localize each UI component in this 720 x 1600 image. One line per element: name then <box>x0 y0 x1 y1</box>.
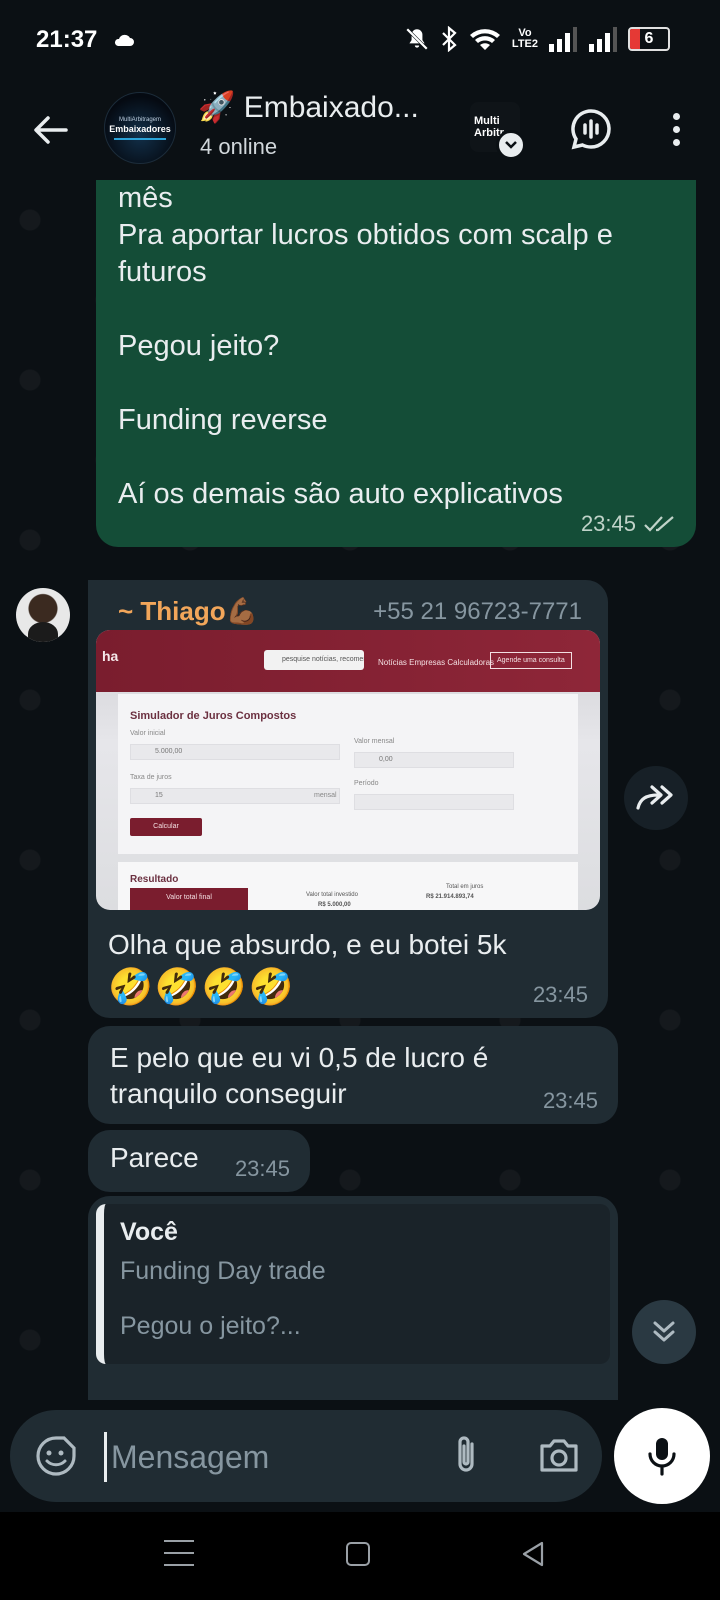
message-input[interactable] <box>104 1432 434 1482</box>
signal-icon <box>589 27 617 52</box>
status-bar: 21:37 Vo LTE2 6 <box>0 0 720 80</box>
incoming-photo-message[interactable]: ~ Thiago💪🏾 +55 21 96723-7771 ha pesquise… <box>88 580 608 1018</box>
camera-icon[interactable] <box>536 1434 582 1478</box>
message-time: 23:45 <box>532 982 588 1007</box>
incoming-message[interactable]: E pelo que eu vi 0,5 de lucro é tranquil… <box>88 1026 618 1124</box>
group-title[interactable]: 🚀 Embaixado... <box>198 90 419 125</box>
bluetooth-icon <box>442 26 457 52</box>
scroll-down-button[interactable] <box>632 1300 696 1364</box>
voice-chat-button[interactable] <box>566 104 616 154</box>
mute-icon <box>406 28 428 50</box>
sender-phone: +55 21 96723-7771 <box>373 598 582 625</box>
sticker-icon[interactable] <box>34 1434 78 1478</box>
quoted-message[interactable]: Você Funding Day trade Pegou o jeito?... <box>96 1204 610 1364</box>
message-caption: Olha que absurdo, e eu botei 5k <box>108 929 507 960</box>
forward-icon <box>636 785 673 810</box>
group-status: 4 online <box>200 134 278 159</box>
voice-chat-icon <box>571 109 611 150</box>
message-meta: 23:45 <box>581 511 676 537</box>
back-arrow-icon <box>34 116 68 144</box>
forward-button[interactable] <box>624 766 688 830</box>
scroll-down-icon <box>653 1321 675 1342</box>
chat-header: MultiArbitragem Embaixadores 🚀 Embaixado… <box>0 80 720 180</box>
home-icon[interactable] <box>346 1542 370 1566</box>
message-photo[interactable]: ha pesquise notícias, recomendações Notí… <box>96 630 600 910</box>
quote-text: Pegou o jeito?... <box>120 1312 301 1340</box>
message-text: mês Pra aportar lucros obtidos com scalp… <box>118 182 613 510</box>
attach-icon[interactable] <box>444 1432 488 1480</box>
status-time: 21:37 <box>36 26 98 53</box>
mic-icon <box>648 1438 676 1476</box>
cloud-icon <box>115 34 135 46</box>
quote-text: Funding Day trade <box>120 1257 326 1285</box>
recents-icon[interactable] <box>164 1540 194 1566</box>
message-text: E pelo que eu vi 0,5 de lucro é tranquil… <box>110 1042 489 1109</box>
message-time: 23:45 <box>542 1088 598 1113</box>
battery-icon: 6 <box>628 27 670 51</box>
double-check-icon <box>644 516 674 532</box>
incoming-message[interactable]: Parece 23:45 <box>88 1130 310 1192</box>
signal-icon <box>549 27 577 52</box>
mic-button[interactable] <box>614 1408 710 1504</box>
message-time: 23:45 <box>580 511 636 536</box>
outgoing-message[interactable]: mês Pra aportar lucros obtidos com scalp… <box>96 180 696 547</box>
message-emojis: 🤣🤣🤣🤣 <box>108 966 296 1007</box>
message-composer <box>10 1410 602 1502</box>
back-button[interactable] <box>28 108 72 152</box>
group-avatar[interactable]: MultiArbitragem Embaixadores <box>104 92 176 164</box>
system-nav-bar <box>0 1512 720 1600</box>
wifi-icon <box>469 29 500 50</box>
avatar[interactable] <box>16 588 70 642</box>
chevron-down-icon[interactable] <box>496 130 526 160</box>
network-label: Vo LTE2 <box>511 27 538 50</box>
quote-author: Você <box>120 1218 178 1246</box>
incoming-reply-message[interactable]: Você Funding Day trade Pegou o jeito?... <box>88 1196 618 1400</box>
sender-name[interactable]: ~ Thiago💪🏾 <box>118 596 258 627</box>
chat-area[interactable]: mês Pra aportar lucros obtidos com scalp… <box>0 180 720 1400</box>
more-vert-icon[interactable] <box>660 104 692 154</box>
message-time: 23:45 <box>234 1156 290 1181</box>
back-icon[interactable] <box>520 1540 546 1568</box>
